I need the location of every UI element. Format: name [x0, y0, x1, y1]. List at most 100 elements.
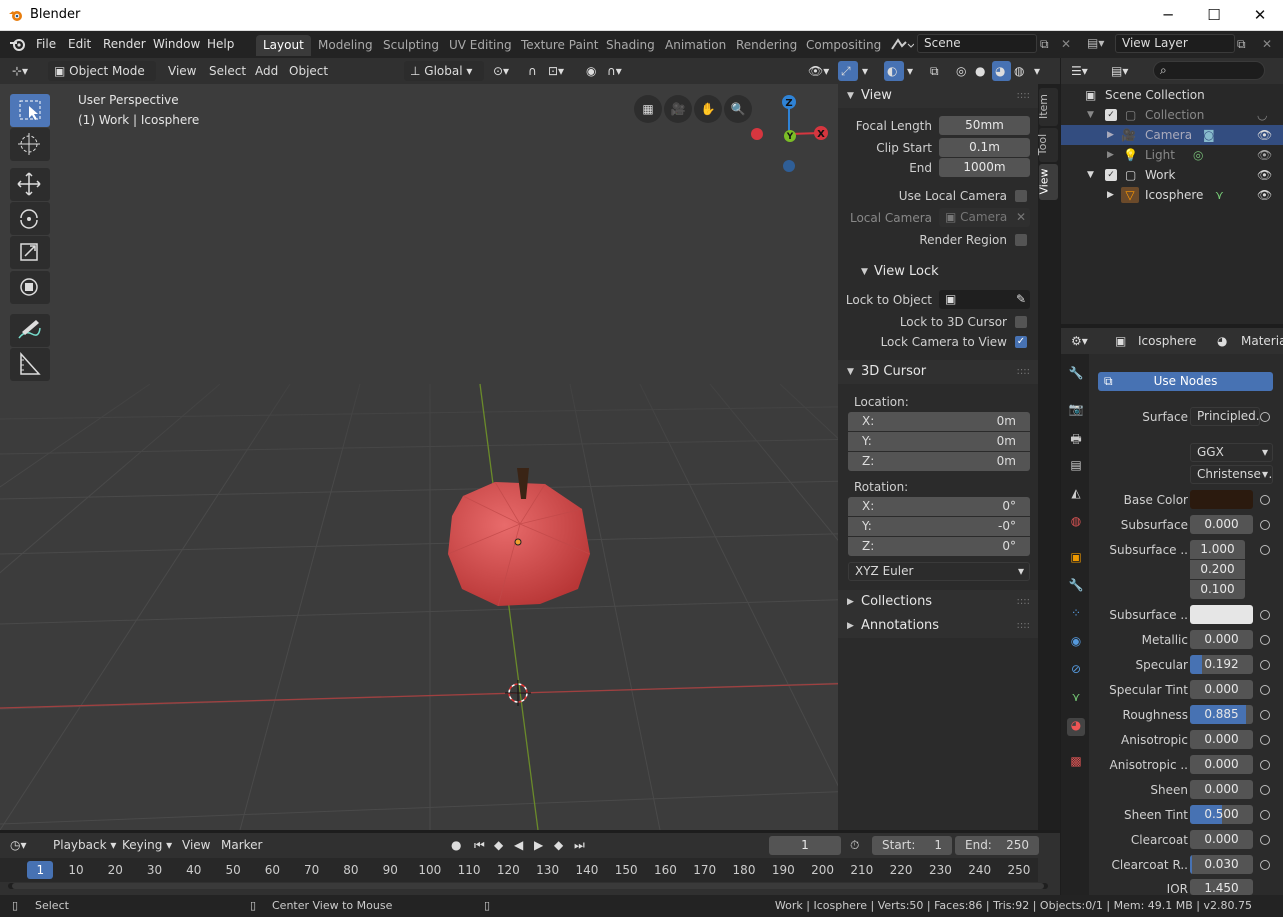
falloff-icon[interactable]: ∩▾	[607, 61, 622, 81]
3d-cursor-header[interactable]: ▼ 3D Cursor::::	[838, 360, 1038, 384]
wireframe-shading-icon[interactable]: ◎	[956, 61, 966, 81]
menu-marker[interactable]: Marker	[221, 835, 262, 855]
physics-tab-icon[interactable]: ◉	[1067, 634, 1085, 652]
overlay-dropdown-icon[interactable]: ▾	[907, 61, 913, 81]
rendered-shading-icon[interactable]: ◍	[1014, 61, 1024, 81]
subsurface-field[interactable]: 0.000	[1190, 515, 1253, 534]
orientation-dropdown[interactable]: ⊥ Global ▾	[404, 61, 484, 81]
roughness-socket-icon[interactable]	[1260, 710, 1270, 720]
outliner-editor-type-icon[interactable]: ☰▾	[1071, 61, 1088, 81]
lock-to-object-field[interactable]: ▣ ✎	[939, 290, 1030, 309]
scene-tab-icon[interactable]: ◭	[1067, 486, 1085, 504]
navigation-gizmo[interactable]: Z X Y	[748, 92, 832, 178]
particles-tab-icon[interactable]: ⁘	[1067, 606, 1085, 624]
clearcoat-roughness-field[interactable]: 0.030	[1190, 855, 1253, 874]
tab-layout[interactable]: Layout	[256, 35, 311, 56]
scale-tool[interactable]	[10, 236, 50, 269]
camera-visibility-icon[interactable]: 👁	[1257, 125, 1272, 145]
data-tab-icon[interactable]: ⋎	[1067, 690, 1085, 708]
visibility-icon[interactable]: 👁▾	[808, 61, 829, 81]
subsurface-color-socket-icon[interactable]	[1260, 610, 1270, 620]
object-tab-icon[interactable]: ▣	[1067, 550, 1085, 568]
minimize-button[interactable]: ─	[1145, 0, 1191, 31]
maximize-button[interactable]: ☐	[1191, 0, 1237, 31]
proportional-edit-icon[interactable]: ◉	[586, 61, 596, 81]
sheen-socket-icon[interactable]	[1260, 785, 1270, 795]
specular-field[interactable]: 0.192	[1190, 655, 1253, 674]
properties-editor-type-icon[interactable]: ⚙▾	[1071, 331, 1088, 351]
menu-add[interactable]: Add	[255, 61, 278, 81]
work-visibility-icon[interactable]: 👁	[1257, 165, 1272, 185]
base-color-swatch[interactable]	[1190, 490, 1253, 509]
jump-end-icon[interactable]: ⏭	[574, 835, 585, 855]
annotate-tool[interactable]	[10, 314, 50, 347]
timeline-editor-type-icon[interactable]: ◷▾	[10, 835, 27, 855]
tab-compositing[interactable]: Compositing	[799, 35, 888, 56]
subsurface-radius-x[interactable]: 1.000	[1190, 540, 1245, 559]
select-box-tool[interactable]	[10, 94, 50, 127]
anisotropic-rotation-field[interactable]: 0.000	[1190, 755, 1253, 774]
subsurface-color-swatch[interactable]	[1190, 605, 1253, 624]
specular-socket-icon[interactable]	[1260, 660, 1270, 670]
material-tab-active-icon[interactable]: ◕	[1067, 718, 1085, 736]
menu-window[interactable]: Window	[153, 37, 200, 51]
annotations-header[interactable]: ▶ Annotations::::	[838, 614, 1038, 638]
next-keyframe-icon[interactable]: ◆	[554, 835, 563, 855]
remove-view-layer-icon[interactable]: ✕	[1262, 37, 1272, 51]
sheen-tint-socket-icon[interactable]	[1260, 810, 1270, 820]
sheen-tint-field[interactable]: 0.500	[1190, 805, 1253, 824]
eyedropper-icon[interactable]: ✎	[1016, 290, 1026, 309]
pan-view-icon[interactable]: ✋	[694, 95, 722, 123]
outliner-row-light[interactable]: ▶ 💡 Light ◎ 👁	[1061, 145, 1283, 165]
jump-start-icon[interactable]: ⏮	[474, 835, 485, 855]
outliner-search-input[interactable]: ⌕	[1153, 61, 1265, 80]
start-frame-field[interactable]: Start: 1	[872, 836, 952, 855]
cursor-rotation-x[interactable]: X: 0°	[848, 497, 1030, 516]
copy-view-layer-icon[interactable]: ⧉	[1237, 37, 1246, 52]
base-color-socket-icon[interactable]	[1260, 495, 1270, 505]
anisotropic-rotation-socket-icon[interactable]	[1260, 760, 1270, 770]
camera-view-icon[interactable]: 🎥	[664, 95, 692, 123]
snap-target-icon[interactable]: ⊡▾	[548, 61, 564, 81]
subsurface-radius-socket-icon[interactable]	[1260, 545, 1270, 555]
outliner-row-work[interactable]: ▼ ✓ ▢ Work 👁	[1061, 165, 1283, 185]
play-icon[interactable]: ▶	[534, 835, 543, 855]
view-layer-tab-icon[interactable]: ▤	[1067, 458, 1085, 476]
rotation-mode-dropdown[interactable]: XYZ Euler ▾	[848, 562, 1030, 581]
prev-keyframe-icon[interactable]: ◆	[494, 835, 503, 855]
scene-selector-icon[interactable]	[890, 37, 914, 53]
stopwatch-icon[interactable]: ⏱	[850, 835, 859, 855]
view-layer-field[interactable]: View Layer	[1115, 34, 1235, 53]
work-checkbox[interactable]: ✓	[1105, 169, 1117, 181]
icosphere-visibility-icon[interactable]: 👁	[1257, 185, 1272, 205]
move-tool[interactable]	[10, 168, 50, 201]
view-panel-header[interactable]: ▼ View::::	[838, 84, 1038, 108]
toggle-ortho-icon[interactable]: ▦	[634, 95, 662, 123]
menu-render[interactable]: Render	[103, 37, 146, 51]
play-reverse-icon[interactable]: ◀	[514, 835, 523, 855]
tab-item[interactable]: Item	[1037, 88, 1058, 126]
remove-scene-icon[interactable]: ✕	[1061, 37, 1071, 51]
tab-shading[interactable]: Shading	[599, 35, 662, 56]
tab-sculpting[interactable]: Sculpting	[376, 35, 446, 56]
tab-view[interactable]: View	[1038, 164, 1058, 200]
end-frame-field[interactable]: End: 250	[955, 836, 1039, 855]
gizmo-dropdown-icon[interactable]: ▾	[862, 61, 868, 81]
specular-tint-socket-icon[interactable]	[1260, 685, 1270, 695]
subsurface-radius-z[interactable]: 0.100	[1190, 580, 1245, 599]
anisotropic-socket-icon[interactable]	[1260, 735, 1270, 745]
measure-tool[interactable]	[10, 348, 50, 381]
transform-tool[interactable]	[10, 271, 50, 304]
clearcoat-field[interactable]: 0.000	[1190, 830, 1253, 849]
mode-dropdown[interactable]: ▣ Object Mode ▾	[48, 61, 156, 98]
clip-start-field[interactable]: 0.1m	[939, 138, 1030, 157]
collection-hidden-icon[interactable]: ◡	[1257, 105, 1267, 125]
light-visibility-icon[interactable]: 👁	[1257, 145, 1272, 165]
distribution-dropdown[interactable]: GGX ▾	[1190, 443, 1273, 462]
tab-modeling[interactable]: Modeling	[311, 35, 380, 56]
menu-timeline-view[interactable]: View	[182, 835, 210, 855]
clearcoat-roughness-socket-icon[interactable]	[1260, 860, 1270, 870]
use-nodes-button[interactable]: ⧉ Use Nodes	[1098, 372, 1273, 391]
specular-tint-field[interactable]: 0.000	[1190, 680, 1253, 699]
use-local-camera-checkbox[interactable]	[1015, 190, 1027, 202]
